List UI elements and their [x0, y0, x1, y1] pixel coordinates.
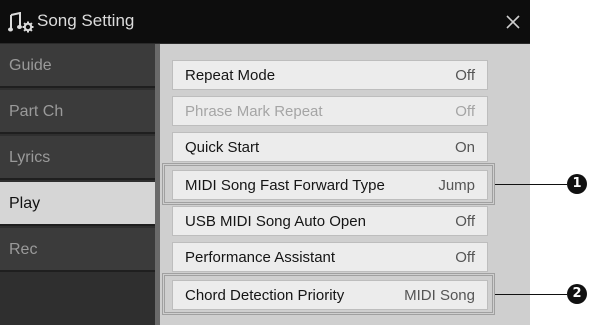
setting-label: USB MIDI Song Auto Open: [185, 213, 366, 230]
callout-line-1: [495, 184, 567, 185]
tab-lyrics[interactable]: Lyrics: [0, 136, 155, 180]
setting-value: Off: [455, 249, 475, 266]
tab-guide[interactable]: Guide: [0, 44, 155, 88]
setting-label: Repeat Mode: [185, 67, 276, 84]
callout-line-2: [495, 294, 567, 295]
callout-badge-2: 2: [567, 284, 587, 304]
sidebar: Guide Part Ch Lyrics Play Rec: [0, 44, 155, 325]
window-title: Song Setting: [37, 11, 135, 30]
callout-frame-1: [162, 163, 495, 205]
tab-rec[interactable]: Rec: [0, 228, 155, 272]
tab-play[interactable]: Play: [0, 182, 155, 226]
song-setting-icon: [8, 12, 34, 33]
setting-label: Performance Assistant: [185, 249, 336, 266]
title-bar: Song Setting: [0, 0, 530, 44]
close-icon: [506, 15, 520, 29]
callout-frame-2: [162, 273, 495, 315]
setting-quick-start[interactable]: Quick Start On: [172, 132, 488, 162]
setting-value: Off: [455, 67, 475, 84]
setting-phrase-mark-repeat: Phrase Mark Repeat Off: [172, 96, 488, 126]
callout-badge-1: 1: [567, 174, 587, 194]
setting-performance-assistant[interactable]: Performance Assistant Off: [172, 242, 488, 272]
tab-part-ch[interactable]: Part Ch: [0, 90, 155, 134]
setting-value: On: [454, 139, 475, 156]
setting-value: Off: [455, 213, 475, 230]
setting-usb-midi-song-auto-open[interactable]: USB MIDI Song Auto Open Off: [172, 206, 488, 236]
setting-label: Phrase Mark Repeat: [185, 103, 323, 120]
setting-value: Off: [455, 103, 475, 120]
setting-repeat-mode[interactable]: Repeat Mode Off: [172, 60, 488, 90]
close-button[interactable]: [500, 9, 526, 35]
setting-label: Quick Start: [185, 139, 260, 156]
